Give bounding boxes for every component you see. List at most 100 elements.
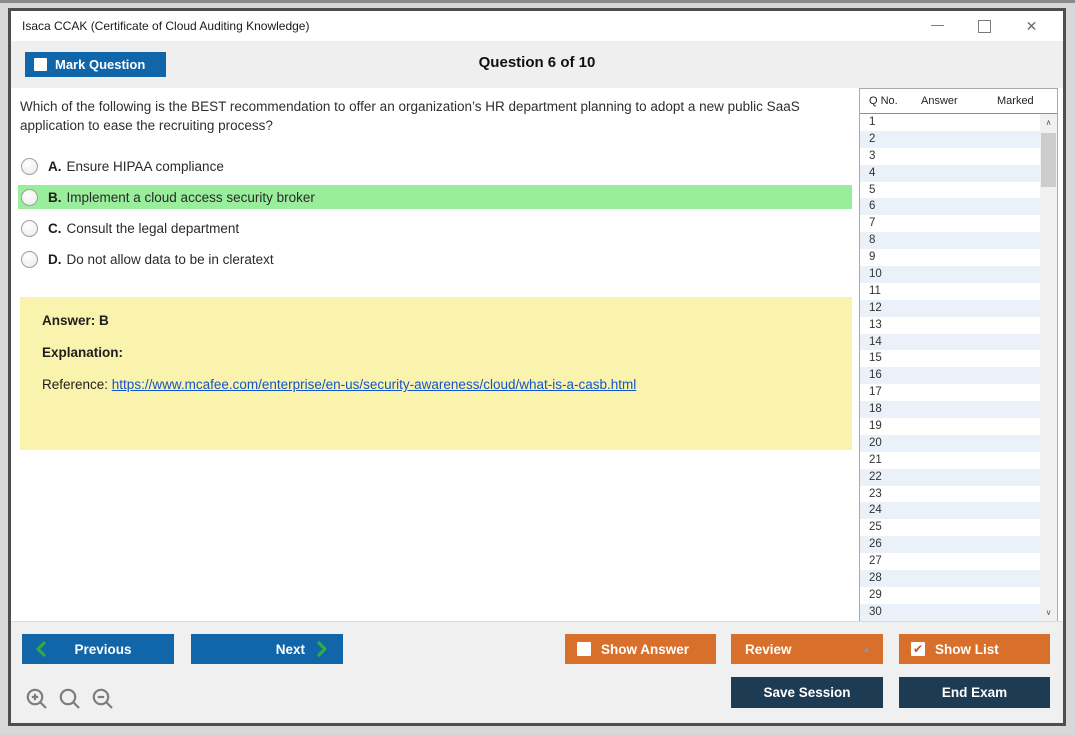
explanation-box: Answer: B Explanation: Reference: https:… <box>20 297 852 450</box>
chevron-left-icon <box>36 641 46 657</box>
show-answer-checkbox[interactable] <box>577 642 591 656</box>
option-row-d[interactable]: D. Do not allow data to be in cleratext <box>18 247 852 271</box>
question-list-row[interactable]: 21 <box>860 452 1040 469</box>
question-list-row[interactable]: 4 <box>860 164 1040 182</box>
end-exam-label: End Exam <box>941 685 1008 700</box>
answer-label: Answer: B <box>42 313 109 328</box>
option-text: Consult the legal department <box>66 220 240 236</box>
question-list-row[interactable]: 25 <box>860 519 1040 536</box>
next-label: Next <box>275 641 305 657</box>
zoom-out-icon[interactable] <box>91 687 115 711</box>
question-list-row[interactable]: 15 <box>860 350 1040 367</box>
question-list-row[interactable]: 3 <box>860 148 1040 165</box>
scroll-up-icon[interactable]: ∧ <box>1040 114 1057 131</box>
question-list-row[interactable]: 24 <box>860 502 1040 520</box>
show-list-checkbox[interactable]: ✔ <box>911 642 925 656</box>
close-button[interactable]: ✕ <box>1008 11 1055 41</box>
option-radio[interactable] <box>21 219 38 237</box>
save-session-button[interactable]: Save Session <box>731 677 883 708</box>
option-text: Ensure HIPAA compliance <box>66 158 224 174</box>
question-list-row[interactable]: 8 <box>860 232 1040 250</box>
maximize-button[interactable] <box>961 11 1008 41</box>
reference-line: Reference: https://www.mcafee.com/enterp… <box>42 377 830 392</box>
show-list-label: Show List <box>935 641 999 657</box>
show-answer-button[interactable]: Show Answer <box>565 634 716 664</box>
question-list-row[interactable]: 6 <box>860 198 1040 216</box>
review-caret-icon: ▲ <box>862 644 871 654</box>
mark-question-checkbox[interactable] <box>34 58 47 71</box>
option-letter: A. <box>48 158 62 174</box>
mark-question-button[interactable]: Mark Question <box>25 52 166 77</box>
question-list-row[interactable]: 28 <box>860 570 1040 587</box>
question-list-row[interactable]: 2 <box>860 130 1040 148</box>
question-list-row[interactable]: 11 <box>860 283 1040 300</box>
previous-button[interactable]: Previous <box>22 634 174 664</box>
zoom-reset-icon[interactable] <box>58 687 82 711</box>
show-list-button[interactable]: ✔ Show List <box>899 634 1050 664</box>
question-header-strip: Question 6 of 10 Mark Question <box>11 41 1063 88</box>
question-list-row[interactable]: 30 <box>860 603 1040 621</box>
question-list-row[interactable]: 27 <box>860 553 1040 570</box>
show-answer-label: Show Answer <box>601 641 690 657</box>
question-list-row[interactable]: 1 <box>860 114 1040 131</box>
option-letter: D. <box>48 251 62 267</box>
question-list-row[interactable]: 16 <box>860 367 1040 385</box>
column-answer: Answer <box>921 95 958 107</box>
title-bar: Isaca CCAK (Certificate of Cloud Auditin… <box>11 11 1063 41</box>
question-list-row[interactable]: 10 <box>860 266 1040 283</box>
zoom-toolbar <box>25 687 115 711</box>
question-list-row[interactable]: 23 <box>860 486 1040 503</box>
answer-options: A. Ensure HIPAA compliance B. Implement a c… <box>18 154 852 278</box>
window-title: Isaca CCAK (Certificate of Cloud Auditin… <box>22 19 310 33</box>
option-row-a[interactable]: A. Ensure HIPAA compliance <box>18 154 852 178</box>
option-radio[interactable] <box>21 188 38 206</box>
question-list-row[interactable]: 7 <box>860 215 1040 232</box>
reference-label: Reference: <box>42 377 112 392</box>
check-icon: ✔ <box>912 642 924 656</box>
next-button[interactable]: Next <box>191 634 343 664</box>
question-list-row[interactable]: 13 <box>860 317 1040 334</box>
maximize-icon <box>978 19 991 33</box>
option-row-c[interactable]: C. Consult the legal department <box>18 216 852 240</box>
minimize-button[interactable]: — <box>914 11 961 41</box>
question-list-row[interactable]: 22 <box>860 468 1040 486</box>
window-controls: — ✕ <box>914 11 1055 41</box>
scroll-down-icon[interactable]: ∨ <box>1040 604 1057 621</box>
question-list-row[interactable]: 18 <box>860 401 1040 419</box>
minimize-icon: — <box>931 16 944 32</box>
option-row-b[interactable]: B. Implement a cloud access security brok… <box>18 185 852 209</box>
background-window-edge <box>0 0 1075 3</box>
option-text: Implement a cloud access security broker <box>66 189 315 205</box>
option-letter: C. <box>48 220 62 236</box>
question-list-row[interactable]: 12 <box>860 299 1040 317</box>
question-list-row[interactable]: 17 <box>860 384 1040 401</box>
question-list-row[interactable]: 5 <box>860 182 1040 199</box>
question-list-row[interactable]: 19 <box>860 418 1040 435</box>
review-button[interactable]: Review ▲ <box>731 634 883 664</box>
question-list-row[interactable]: 26 <box>860 536 1040 554</box>
scrollbar-thumb[interactable] <box>1041 133 1056 187</box>
option-letter: B. <box>48 189 62 205</box>
question-text: Which of the following is the BEST recom… <box>20 99 800 133</box>
save-session-label: Save Session <box>763 685 851 700</box>
question-rows: 1 2 3 4 5 6 7 8 9 10 11 12 13 14 15 16 17 18 19 20 21 22 23 24 2… <box>860 114 1057 621</box>
question-list-header: Q No. Answer Marked <box>860 89 1057 114</box>
mark-question-label: Mark Question <box>55 57 146 72</box>
question-list-row[interactable]: 9 <box>860 249 1040 266</box>
end-exam-button[interactable]: End Exam <box>899 677 1050 708</box>
option-text: Do not allow data to be in cleratext <box>66 251 274 267</box>
explanation-label: Explanation: <box>42 345 124 360</box>
question-counter: Question 6 of 10 <box>478 54 596 71</box>
question-list: 1 2 3 4 5 6 7 8 9 10 11 12 13 14 15 16 17 18 19 20 21 22 23 24 2… <box>860 114 1057 621</box>
option-radio[interactable] <box>21 250 38 268</box>
column-marked: Marked <box>997 95 1034 107</box>
question-list-row[interactable]: 14 <box>860 333 1040 351</box>
question-list-row[interactable]: 29 <box>860 587 1040 604</box>
chevron-right-icon <box>317 641 327 657</box>
question-list-scrollbar[interactable]: ∧ ∨ <box>1040 114 1057 621</box>
question-list-row[interactable]: 20 <box>860 434 1040 452</box>
review-label: Review <box>745 641 792 657</box>
reference-link[interactable]: https://www.mcafee.com/enterprise/en-us/… <box>112 377 636 392</box>
zoom-in-icon[interactable] <box>25 687 49 711</box>
option-radio[interactable] <box>21 157 38 175</box>
